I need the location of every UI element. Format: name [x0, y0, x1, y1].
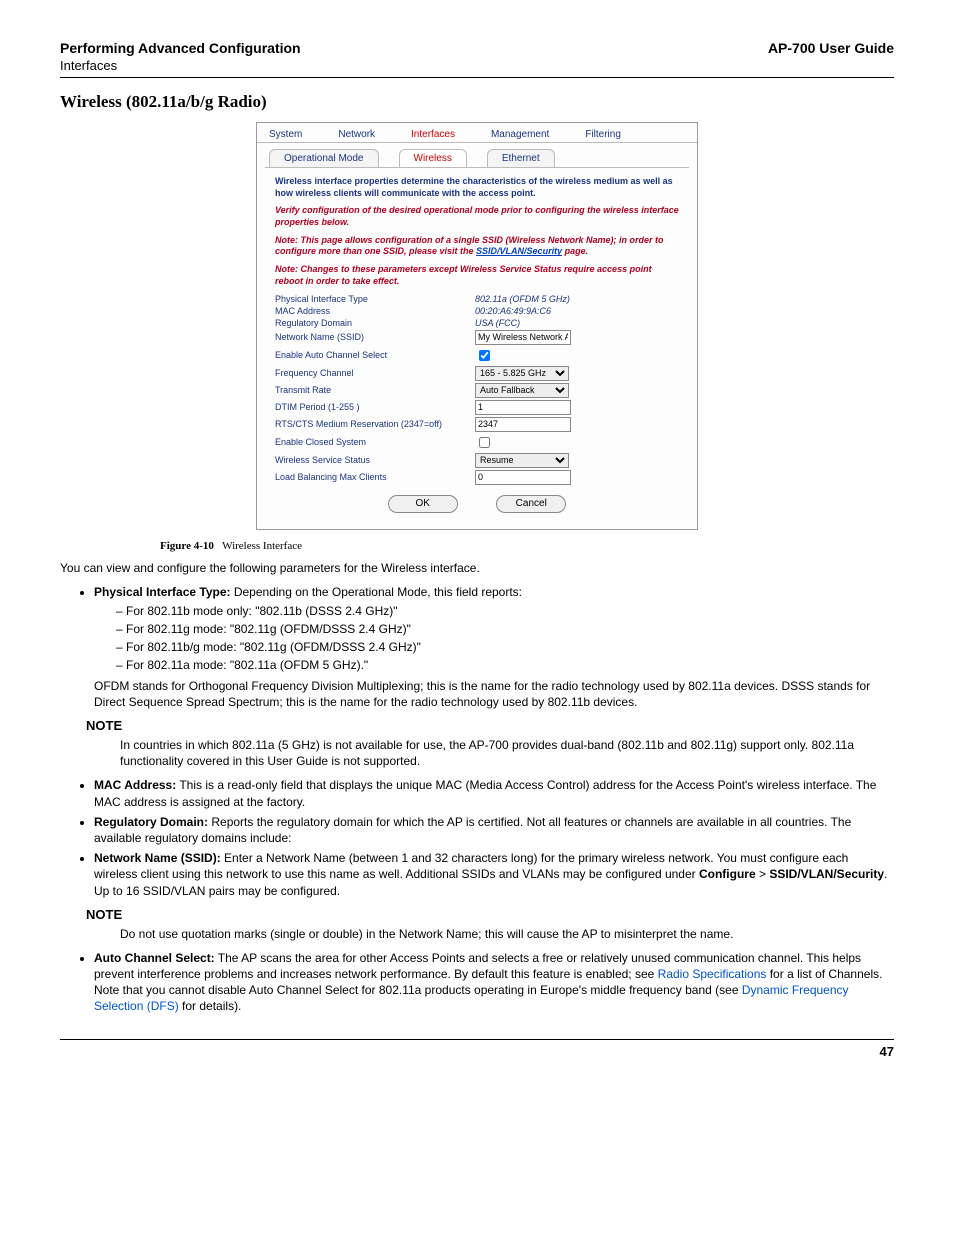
bullet-ssid: Network Name (SSID): Enter a Network Nam… — [94, 850, 894, 899]
autoch-label: Enable Auto Channel Select — [275, 350, 475, 360]
note-text-1: In countries in which 802.11a (5 GHz) is… — [120, 737, 894, 769]
chapter-title: Performing Advanced Configuration — [60, 40, 301, 56]
bullet-autoch: Auto Channel Select: The AP scans the ar… — [94, 950, 894, 1015]
section-title: Wireless (802.11a/b/g Radio) — [60, 92, 894, 112]
subtab-operational-mode[interactable]: Operational Mode — [269, 149, 379, 167]
bullet-ssid-bold2: SSID/VLAN/Security — [769, 867, 884, 881]
rtscts-label: RTS/CTS Medium Reservation (2347=off) — [275, 419, 475, 429]
note-label-1: NOTE — [86, 718, 122, 733]
bullet-autoch-post: for details). — [179, 999, 242, 1013]
loadbal-input[interactable] — [475, 470, 571, 485]
freq-label: Frequency Channel — [275, 368, 475, 378]
panel-desc-1: Wireless interface properties determine … — [275, 176, 679, 199]
dtim-input[interactable] — [475, 400, 571, 415]
cancel-button[interactable]: Cancel — [496, 495, 566, 513]
reg-label: Regulatory Domain — [275, 318, 475, 328]
txrate-label: Transmit Rate — [275, 385, 475, 395]
bullet-ssid-bold1: Configure — [699, 867, 756, 881]
phys-sub-4: For 802.11a mode: "802.11a (OFDM 5 GHz).… — [116, 657, 894, 673]
phys-type-label: Physical Interface Type — [275, 294, 475, 304]
closed-checkbox[interactable] — [479, 437, 490, 448]
bullet-autoch-lead: Auto Channel Select: — [94, 951, 215, 965]
rtscts-input[interactable] — [475, 417, 571, 432]
sub-tabs: Operational Mode Wireless Ethernet — [257, 143, 697, 167]
tab-network[interactable]: Network — [334, 127, 379, 142]
bullet-reg-lead: Regulatory Domain: — [94, 815, 208, 829]
tab-interfaces[interactable]: Interfaces — [407, 127, 459, 142]
mac-value: 00:20:A6:49:9A:C6 — [475, 306, 551, 316]
page-number: 47 — [60, 1039, 894, 1059]
svc-label: Wireless Service Status — [275, 455, 475, 465]
ok-button[interactable]: OK — [388, 495, 458, 513]
bullet-reg: Regulatory Domain: Reports the regulator… — [94, 814, 894, 846]
main-tabs: System Network Interfaces Management Fil… — [257, 123, 697, 143]
bullet-mac-rest: This is a read-only field that displays … — [94, 778, 876, 808]
tab-filtering[interactable]: Filtering — [581, 127, 625, 142]
subtab-ethernet[interactable]: Ethernet — [487, 149, 555, 167]
subtab-wireless[interactable]: Wireless — [399, 149, 467, 167]
dtim-label: DTIM Period (1-255 ) — [275, 402, 475, 412]
phys-sub-2: For 802.11g mode: "802.11g (OFDM/DSSS 2.… — [116, 621, 894, 637]
svc-select[interactable]: Resume — [475, 453, 569, 468]
tab-system[interactable]: System — [265, 127, 306, 142]
autoch-checkbox[interactable] — [479, 350, 490, 361]
radio-specifications-link[interactable]: Radio Specifications — [658, 967, 767, 981]
ssid-input[interactable] — [475, 330, 571, 345]
bullet-phys-type: Physical Interface Type: Depending on th… — [94, 584, 894, 674]
figure-caption: Figure 4-10 Wireless Interface — [160, 540, 894, 552]
figure-caption-text: Wireless Interface — [222, 540, 302, 552]
phys-type-value: 802.11a (OFDM 5 GHz) — [475, 294, 570, 304]
panel-desc-3-post: page. — [562, 246, 588, 256]
panel-desc-3: Note: This page allows configuration of … — [275, 235, 679, 258]
panel-desc-4: Note: Changes to these parameters except… — [275, 264, 679, 287]
bullet-phys-lead: Physical Interface Type: — [94, 585, 231, 599]
phys-tail: OFDM stands for Orthogonal Frequency Div… — [94, 678, 894, 710]
bullet-mac: MAC Address: This is a read-only field t… — [94, 777, 894, 809]
phys-sub-1: For 802.11b mode only: "802.11b (DSSS 2.… — [116, 603, 894, 619]
tab-management[interactable]: Management — [487, 127, 553, 142]
panel-desc-2: Verify configuration of the desired oper… — [275, 205, 679, 228]
ssid-label: Network Name (SSID) — [275, 332, 475, 342]
reg-value: USA (FCC) — [475, 318, 520, 328]
mac-label: MAC Address — [275, 306, 475, 316]
bullet-reg-rest: Reports the regulatory domain for which … — [94, 815, 851, 845]
phys-sub-3: For 802.11b/g mode: "802.11g (OFDM/DSSS … — [116, 639, 894, 655]
ssid-vlan-security-link[interactable]: SSID/VLAN/Security — [476, 246, 562, 256]
bullet-phys-rest: Depending on the Operational Mode, this … — [231, 585, 523, 599]
bullet-mac-lead: MAC Address: — [94, 778, 176, 792]
note-text-2: Do not use quotation marks (single or do… — [120, 926, 894, 942]
note-label-2: NOTE — [86, 907, 122, 922]
doc-title: AP-700 User Guide — [768, 40, 894, 56]
panel-desc-3-pre: Note: This page allows configuration of … — [275, 235, 663, 257]
loadbal-label: Load Balancing Max Clients — [275, 472, 475, 482]
breadcrumb: Interfaces — [60, 58, 894, 73]
bullet-ssid-mid: > — [756, 867, 770, 881]
figure-caption-label: Figure 4-10 — [160, 540, 214, 552]
txrate-select[interactable]: Auto Fallback — [475, 383, 569, 398]
config-panel: System Network Interfaces Management Fil… — [256, 122, 698, 530]
header-divider — [60, 77, 894, 78]
freq-select[interactable]: 165 - 5.825 GHz — [475, 366, 569, 381]
intro-text: You can view and configure the following… — [60, 560, 894, 576]
closed-label: Enable Closed System — [275, 437, 475, 447]
bullet-ssid-lead: Network Name (SSID): — [94, 851, 221, 865]
